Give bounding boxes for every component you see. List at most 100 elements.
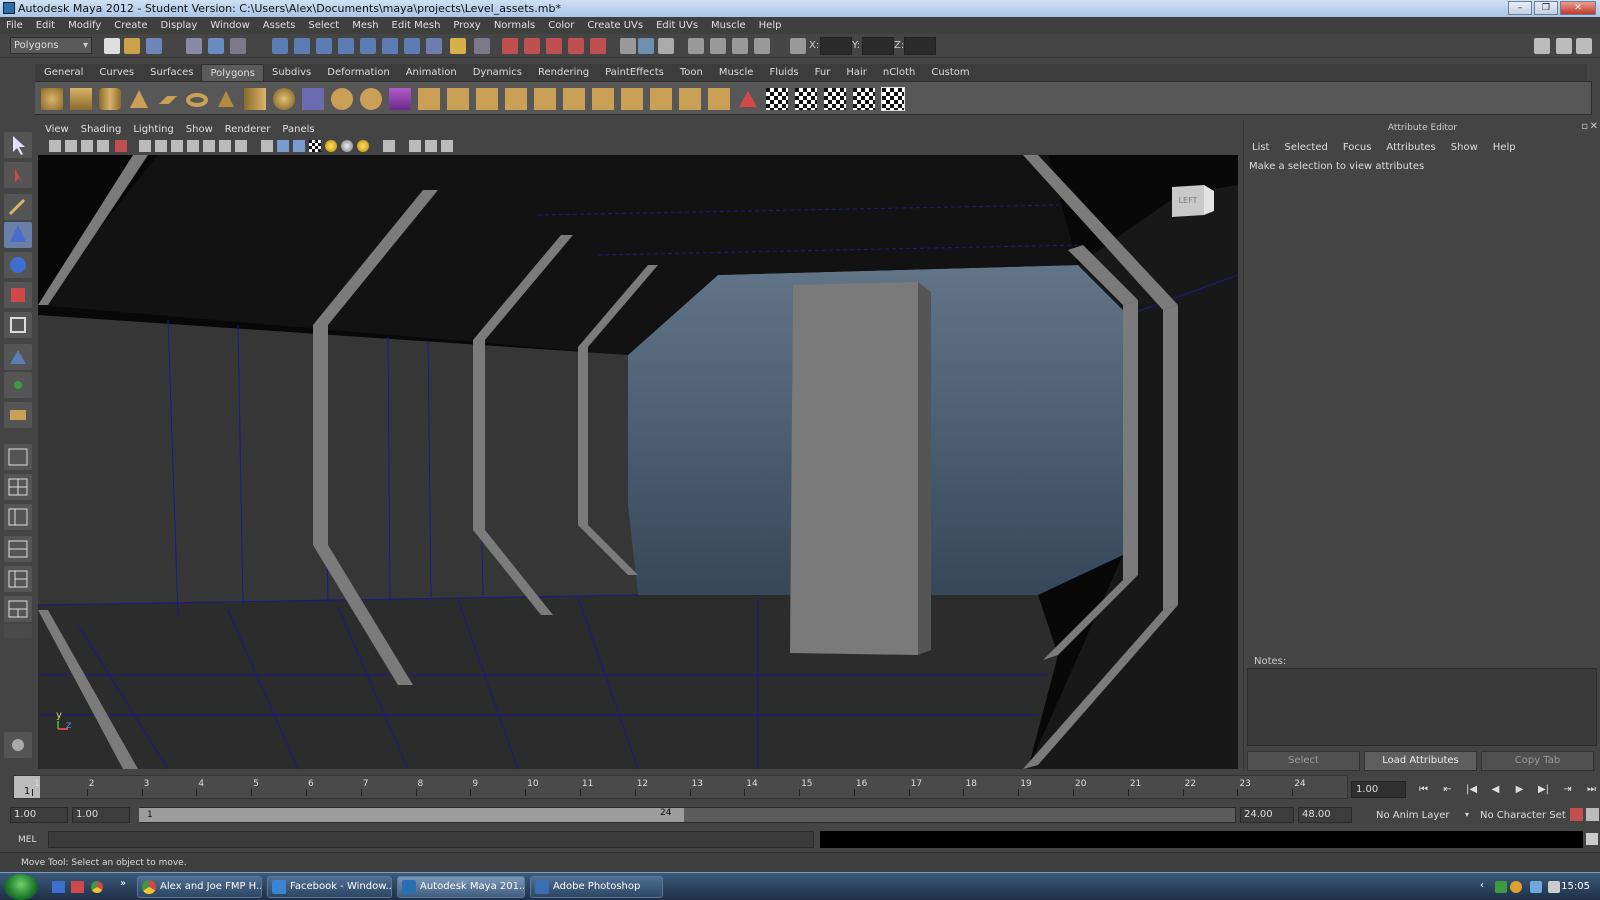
universal-manipulator-icon[interactable]	[4, 312, 32, 338]
high-quality-icon[interactable]	[357, 140, 369, 152]
poly-cube-select-icon[interactable]	[389, 88, 411, 110]
two-d-pan-zoom-icon[interactable]	[115, 140, 127, 152]
textured-icon[interactable]	[309, 140, 321, 152]
grid-icon[interactable]	[139, 140, 151, 152]
panel-menu-panels[interactable]: Panels	[282, 124, 314, 135]
menu-edit-mesh[interactable]: Edit Mesh	[392, 20, 441, 31]
reduce-icon[interactable]	[650, 88, 672, 110]
layout-icon[interactable]	[658, 38, 674, 54]
close-button[interactable]: ✕	[1560, 1, 1596, 15]
fill-hole-icon[interactable]	[621, 88, 643, 110]
anim-layer-dropdown[interactable]: No Anim Layer	[1376, 810, 1450, 821]
field-chart-icon[interactable]	[203, 140, 215, 152]
shelf-tab-ncloth[interactable]: nCloth	[875, 64, 923, 81]
panel-float-icon[interactable]: ▫	[1581, 121, 1588, 132]
smooth-icon[interactable]	[360, 88, 382, 110]
attr-menu-focus[interactable]: Focus	[1343, 142, 1372, 153]
gate-mask-icon[interactable]	[187, 140, 199, 152]
chrome-quicklaunch-icon[interactable]	[91, 881, 103, 893]
step-forward-key-icon[interactable]: ⇥	[1557, 782, 1578, 797]
render-current-frame-icon[interactable]	[502, 38, 518, 54]
separate-icon[interactable]	[331, 88, 353, 110]
menu-normals[interactable]: Normals	[494, 20, 535, 31]
camera-tools-icon[interactable]	[710, 38, 726, 54]
bookmark-icon[interactable]	[81, 140, 93, 152]
panel-menu-lighting[interactable]: Lighting	[133, 124, 173, 135]
quick-layout-icon[interactable]	[4, 732, 32, 758]
toggle-panel-icon[interactable]	[638, 38, 654, 54]
shelf-tab-surfaces[interactable]: Surfaces	[142, 64, 201, 81]
gmail-icon[interactable]	[71, 881, 84, 893]
animation-end-field[interactable]: 48.00	[1298, 807, 1352, 823]
notes-textarea[interactable]	[1247, 668, 1597, 746]
shadows-icon[interactable]	[341, 140, 353, 152]
isolate-select-icon[interactable]	[383, 140, 395, 152]
attribute-editor-toggle-icon[interactable]	[1534, 38, 1550, 54]
input-output-icon[interactable]	[474, 38, 490, 54]
time-slider[interactable]: 1 1 2 3 4 5 6 7 8 9 10 11 12 13 14 15 16 17 18 19 20 21 22 23 24	[8, 771, 1348, 799]
mel-label[interactable]: MEL	[18, 835, 36, 845]
menu-proxy[interactable]: Proxy	[453, 20, 480, 31]
start-button[interactable]	[4, 874, 38, 900]
automatic-uv-icon[interactable]	[853, 88, 875, 110]
mirror-icon[interactable]	[737, 88, 759, 110]
step-back-frame-icon[interactable]: |◀	[1461, 782, 1482, 797]
attr-menu-help[interactable]: Help	[1493, 142, 1516, 153]
render-settings-icon[interactable]	[546, 38, 562, 54]
copy-tab-button[interactable]: Copy Tab	[1481, 751, 1594, 771]
load-attributes-button[interactable]: Load Attributes	[1364, 751, 1477, 771]
show-manipulator-icon[interactable]	[4, 372, 32, 398]
play-forwards-icon[interactable]: ▶	[1509, 782, 1530, 797]
panel-menu-show[interactable]: Show	[186, 124, 213, 135]
menu-create[interactable]: Create	[114, 20, 147, 31]
poly-cylinder-icon[interactable]	[99, 88, 121, 110]
combine-icon[interactable]	[302, 88, 324, 110]
range-thumb[interactable]: 1	[139, 808, 684, 822]
last-tool-icon[interactable]	[4, 402, 32, 428]
perspective-outliner-layout-icon[interactable]	[4, 504, 32, 530]
film-gate-icon[interactable]	[155, 140, 167, 152]
custom-layout-icon[interactable]	[4, 596, 32, 622]
extrude-icon[interactable]	[418, 88, 440, 110]
use-all-lights-icon[interactable]	[325, 140, 337, 152]
snap-grid-icon[interactable]	[272, 38, 288, 54]
wireframe-on-shaded-icon[interactable]	[293, 140, 305, 152]
character-set-dropdown[interactable]: No Character Set	[1480, 810, 1566, 821]
menu-file[interactable]: File	[6, 20, 23, 31]
menu-create-uvs[interactable]: Create UVs	[587, 20, 643, 31]
perspective-viewport[interactable]: y z	[38, 155, 1238, 769]
step-forward-frame-icon[interactable]: ▶|	[1533, 782, 1554, 797]
smooth-shading-icon[interactable]	[277, 140, 289, 152]
animation-start-field[interactable]: 1.00	[10, 807, 68, 823]
shelf-tab-fur[interactable]: Fur	[807, 64, 839, 81]
attr-menu-attributes[interactable]: Attributes	[1386, 142, 1435, 153]
shelf-tab-toon[interactable]: Toon	[672, 64, 711, 81]
uv-texture-editor-icon[interactable]	[881, 87, 905, 111]
go-to-start-icon[interactable]: ⏮	[1413, 782, 1434, 797]
y-field[interactable]	[862, 37, 894, 55]
lasso-tool-icon[interactable]	[4, 162, 32, 188]
shelf-tab-muscle[interactable]: Muscle	[711, 64, 762, 81]
attr-menu-selected[interactable]: Selected	[1284, 142, 1327, 153]
menu-mesh[interactable]: Mesh	[352, 20, 378, 31]
soft-mod-tool-icon[interactable]	[4, 344, 32, 370]
panel-close-icon[interactable]: ✕	[1590, 121, 1598, 132]
wireframe-shading-icon[interactable]	[261, 140, 273, 152]
taskbar-item-maya[interactable]: Autodesk Maya 201...	[397, 876, 525, 898]
safe-title-icon[interactable]	[235, 140, 247, 152]
time-slider-track[interactable]: 1 1 2 3 4 5 6 7 8 9 10 11 12 13 14 15 16 17 18 19 20 21 22 23 24	[13, 775, 1348, 799]
hypershade-icon[interactable]	[568, 38, 584, 54]
panel-menu-view[interactable]: View	[45, 124, 69, 135]
select-by-object-icon[interactable]	[208, 38, 224, 54]
quicklaunch-overflow-icon[interactable]: »	[120, 878, 126, 889]
backface-culling-icon[interactable]	[441, 140, 453, 152]
panel-menu-renderer[interactable]: Renderer	[225, 124, 271, 135]
transform-toggle-icon[interactable]	[790, 38, 806, 54]
select-tool-icon[interactable]	[4, 132, 32, 158]
merge-vertex-icon[interactable]	[592, 88, 614, 110]
new-scene-icon[interactable]	[104, 38, 120, 54]
menu-edit[interactable]: Edit	[36, 20, 55, 31]
hypershade-layout-icon[interactable]	[4, 566, 32, 592]
poly-sphere-icon[interactable]	[41, 88, 63, 110]
play-backwards-icon[interactable]: ◀	[1485, 782, 1506, 797]
